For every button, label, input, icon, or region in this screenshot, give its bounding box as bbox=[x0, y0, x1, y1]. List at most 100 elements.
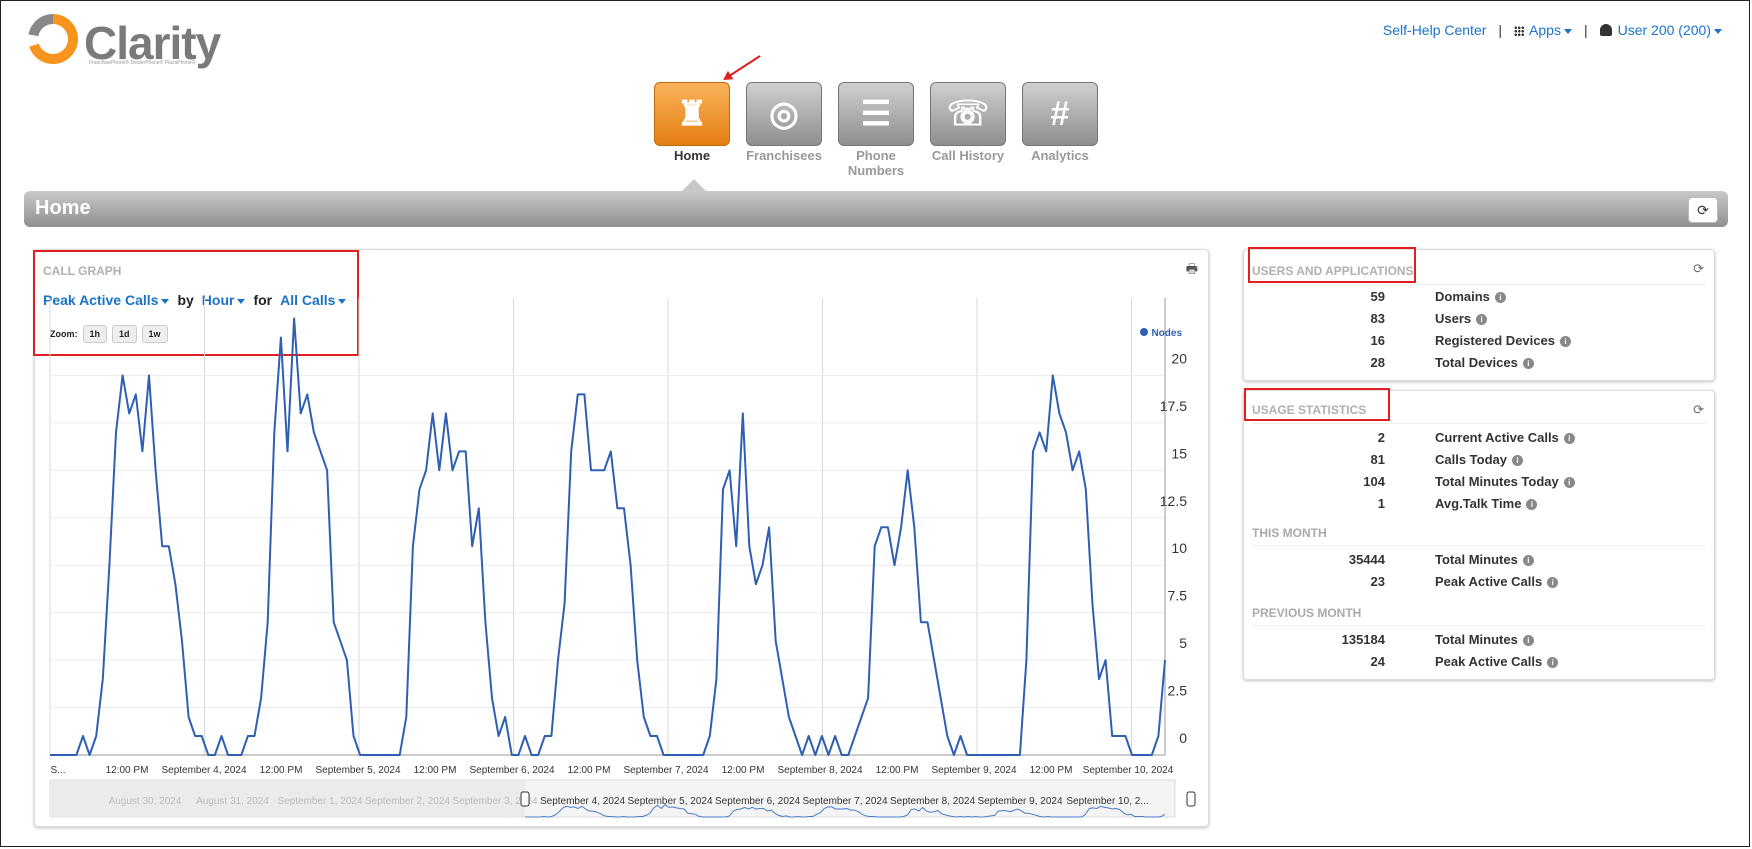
x-tick-label: 12:00 PM bbox=[1030, 765, 1073, 776]
info-icon[interactable]: i bbox=[1522, 635, 1534, 646]
stat-label-text: Total Minutes Today bbox=[1435, 474, 1559, 489]
top-links: Self-Help Center | Apps | User 200 (200) bbox=[1383, 22, 1722, 38]
logo-ring-icon bbox=[28, 14, 78, 64]
y-tick-label: 20 bbox=[1171, 350, 1187, 366]
info-icon[interactable]: i bbox=[1522, 358, 1534, 369]
info-icon[interactable]: i bbox=[1547, 657, 1559, 668]
stat-value: 104 bbox=[1363, 474, 1385, 489]
stat-label-text: Users bbox=[1435, 311, 1472, 326]
nav-call-history[interactable]: ☏ Call History bbox=[930, 82, 1006, 178]
x-tick-label: September 6, 2024 bbox=[469, 765, 554, 776]
logo-subtext: FranchisePhone® DealerPhone® PlazaPhone® bbox=[89, 60, 196, 66]
stat-label-text: Peak Active Calls bbox=[1435, 574, 1543, 589]
main-nav: ♜ Home ◎ Franchisees ☰ Phone Numbers ☏ Call His… bbox=[654, 82, 1098, 178]
navigator-handle bbox=[1186, 791, 1196, 807]
divider bbox=[1252, 625, 1706, 626]
refresh-button[interactable]: ⟳ bbox=[1688, 197, 1718, 223]
series-line-nodes bbox=[50, 317, 1166, 756]
list-icon: ☰ bbox=[838, 82, 914, 146]
nav-glyph: ♜ bbox=[676, 95, 708, 133]
navigator-label: September 10, 2... bbox=[1066, 796, 1148, 807]
nav-label: Home bbox=[673, 148, 711, 163]
info-icon[interactable]: i bbox=[1522, 555, 1534, 566]
y-tick-label: 0 bbox=[1179, 730, 1187, 746]
info-icon[interactable]: i bbox=[1563, 433, 1575, 444]
nav-franchisees[interactable]: ◎ Franchisees bbox=[746, 82, 822, 178]
user-label: User 200 (200) bbox=[1617, 22, 1711, 38]
info-icon[interactable]: i bbox=[1494, 292, 1506, 303]
info-icon[interactable]: i bbox=[1547, 577, 1559, 588]
nav-label: Phone Numbers bbox=[847, 148, 905, 178]
stat-label: Avg.Talk Time i bbox=[1435, 496, 1538, 511]
divider bbox=[1252, 284, 1706, 285]
refresh-icon[interactable]: ⟳ bbox=[1693, 402, 1704, 418]
x-tick-label: September 9, 2024 bbox=[931, 765, 1016, 776]
x-tick-label: 12:00 PM bbox=[414, 765, 457, 776]
stat-row: 59 Domains i bbox=[1244, 289, 1714, 311]
x-tick-label: 12:00 PM bbox=[106, 765, 149, 776]
y-tick-label: 12.5 bbox=[1160, 493, 1187, 509]
info-icon[interactable]: i bbox=[1563, 477, 1575, 488]
x-tick-label: S... bbox=[50, 765, 65, 776]
usage-stats-panel: USAGE STATISTICS ⟳ 2 Current Active Calls… bbox=[1243, 388, 1715, 680]
nav-phone-numbers[interactable]: ☰ Phone Numbers bbox=[838, 82, 914, 178]
navigator-label: September 7, 2024 bbox=[802, 796, 887, 807]
nav-home[interactable]: ♜ Home bbox=[654, 82, 730, 178]
info-icon[interactable]: i bbox=[1526, 499, 1538, 510]
stat-row: 1 Avg.Talk Time i bbox=[1244, 496, 1714, 518]
navigator-label: August 31, 2024 bbox=[196, 796, 269, 807]
apps-menu[interactable]: Apps bbox=[1514, 22, 1572, 38]
stat-label-text: Registered Devices bbox=[1435, 333, 1555, 348]
navigator-label: September 2, 2024 bbox=[365, 796, 450, 807]
x-tick-label: 12:00 PM bbox=[876, 765, 919, 776]
x-tick-label: September 5, 2024 bbox=[315, 765, 400, 776]
stat-row: 135184 Total Minutes i bbox=[1244, 632, 1714, 654]
usage-stats-title: USAGE STATISTICS bbox=[1252, 403, 1367, 417]
castle-icon: ♜ bbox=[654, 82, 730, 146]
x-tick-label: September 4, 2024 bbox=[161, 765, 246, 776]
navigator-label: September 6, 2024 bbox=[715, 796, 800, 807]
stat-row: 24 Peak Active Calls i bbox=[1244, 654, 1714, 676]
caret-down-icon bbox=[1714, 28, 1722, 34]
nav-glyph: # bbox=[1050, 94, 1070, 133]
stat-label: Current Active Calls i bbox=[1435, 430, 1575, 445]
stat-label-text: Total Minutes bbox=[1435, 632, 1518, 647]
info-icon[interactable]: i bbox=[1476, 314, 1488, 325]
navigator-label: September 1, 2024 bbox=[277, 796, 362, 807]
stat-value: 1 bbox=[1377, 496, 1385, 511]
stat-value: 83 bbox=[1370, 311, 1385, 326]
apps-label: Apps bbox=[1529, 22, 1561, 38]
divider bbox=[1252, 423, 1706, 424]
self-help-link[interactable]: Self-Help Center bbox=[1383, 22, 1487, 38]
info-icon[interactable]: i bbox=[1559, 336, 1571, 347]
call-graph-chart: 20 17.5 15 12.5 10 7.5 5 2.5 0 S... 12:00 PM Septem… bbox=[49, 298, 1196, 818]
nav-label: Franchisees bbox=[746, 148, 822, 163]
nav-analytics[interactable]: # Analytics bbox=[1022, 82, 1098, 178]
y-tick-label: 15 bbox=[1171, 445, 1187, 461]
nav-glyph: ☰ bbox=[860, 95, 892, 133]
x-tick-label: 12:00 PM bbox=[260, 765, 303, 776]
stat-row: 35444 Total Minutes i bbox=[1244, 552, 1714, 574]
apps-grid-icon bbox=[1514, 26, 1525, 36]
users-apps-title: USERS AND APPLICATIONS bbox=[1252, 264, 1414, 278]
stat-label-text: Calls Today bbox=[1435, 452, 1508, 467]
navigator-label: September 9, 2024 bbox=[977, 796, 1062, 807]
divider bbox=[1252, 545, 1706, 546]
y-tick-label: 7.5 bbox=[1168, 588, 1188, 604]
stat-label-text: Domains bbox=[1435, 289, 1490, 304]
refresh-icon[interactable]: ⟳ bbox=[1693, 261, 1704, 277]
clarity-logo[interactable]: Clarity FranchisePhone® DealerPhone® Pla… bbox=[28, 14, 228, 70]
caret-down-icon bbox=[1563, 28, 1572, 34]
stat-label: Peak Active Calls i bbox=[1435, 654, 1559, 669]
stat-label-text: Total Devices bbox=[1435, 355, 1518, 370]
page-titlebar: Home ⟳ bbox=[24, 191, 1728, 227]
navigator-label: September 4, 2024 bbox=[540, 796, 625, 807]
stat-value: 23 bbox=[1370, 574, 1385, 589]
navigator-label: September 5, 2024 bbox=[627, 796, 712, 807]
info-icon[interactable]: i bbox=[1512, 455, 1524, 466]
page-title: Home bbox=[35, 197, 91, 219]
stat-value: 81 bbox=[1370, 452, 1385, 467]
stat-label-text: Current Active Calls bbox=[1435, 430, 1559, 445]
user-menu[interactable]: User 200 (200) bbox=[1599, 22, 1722, 38]
users-apps-panel: USERS AND APPLICATIONS ⟳ 59 Domains i 83 Use… bbox=[1243, 247, 1715, 381]
